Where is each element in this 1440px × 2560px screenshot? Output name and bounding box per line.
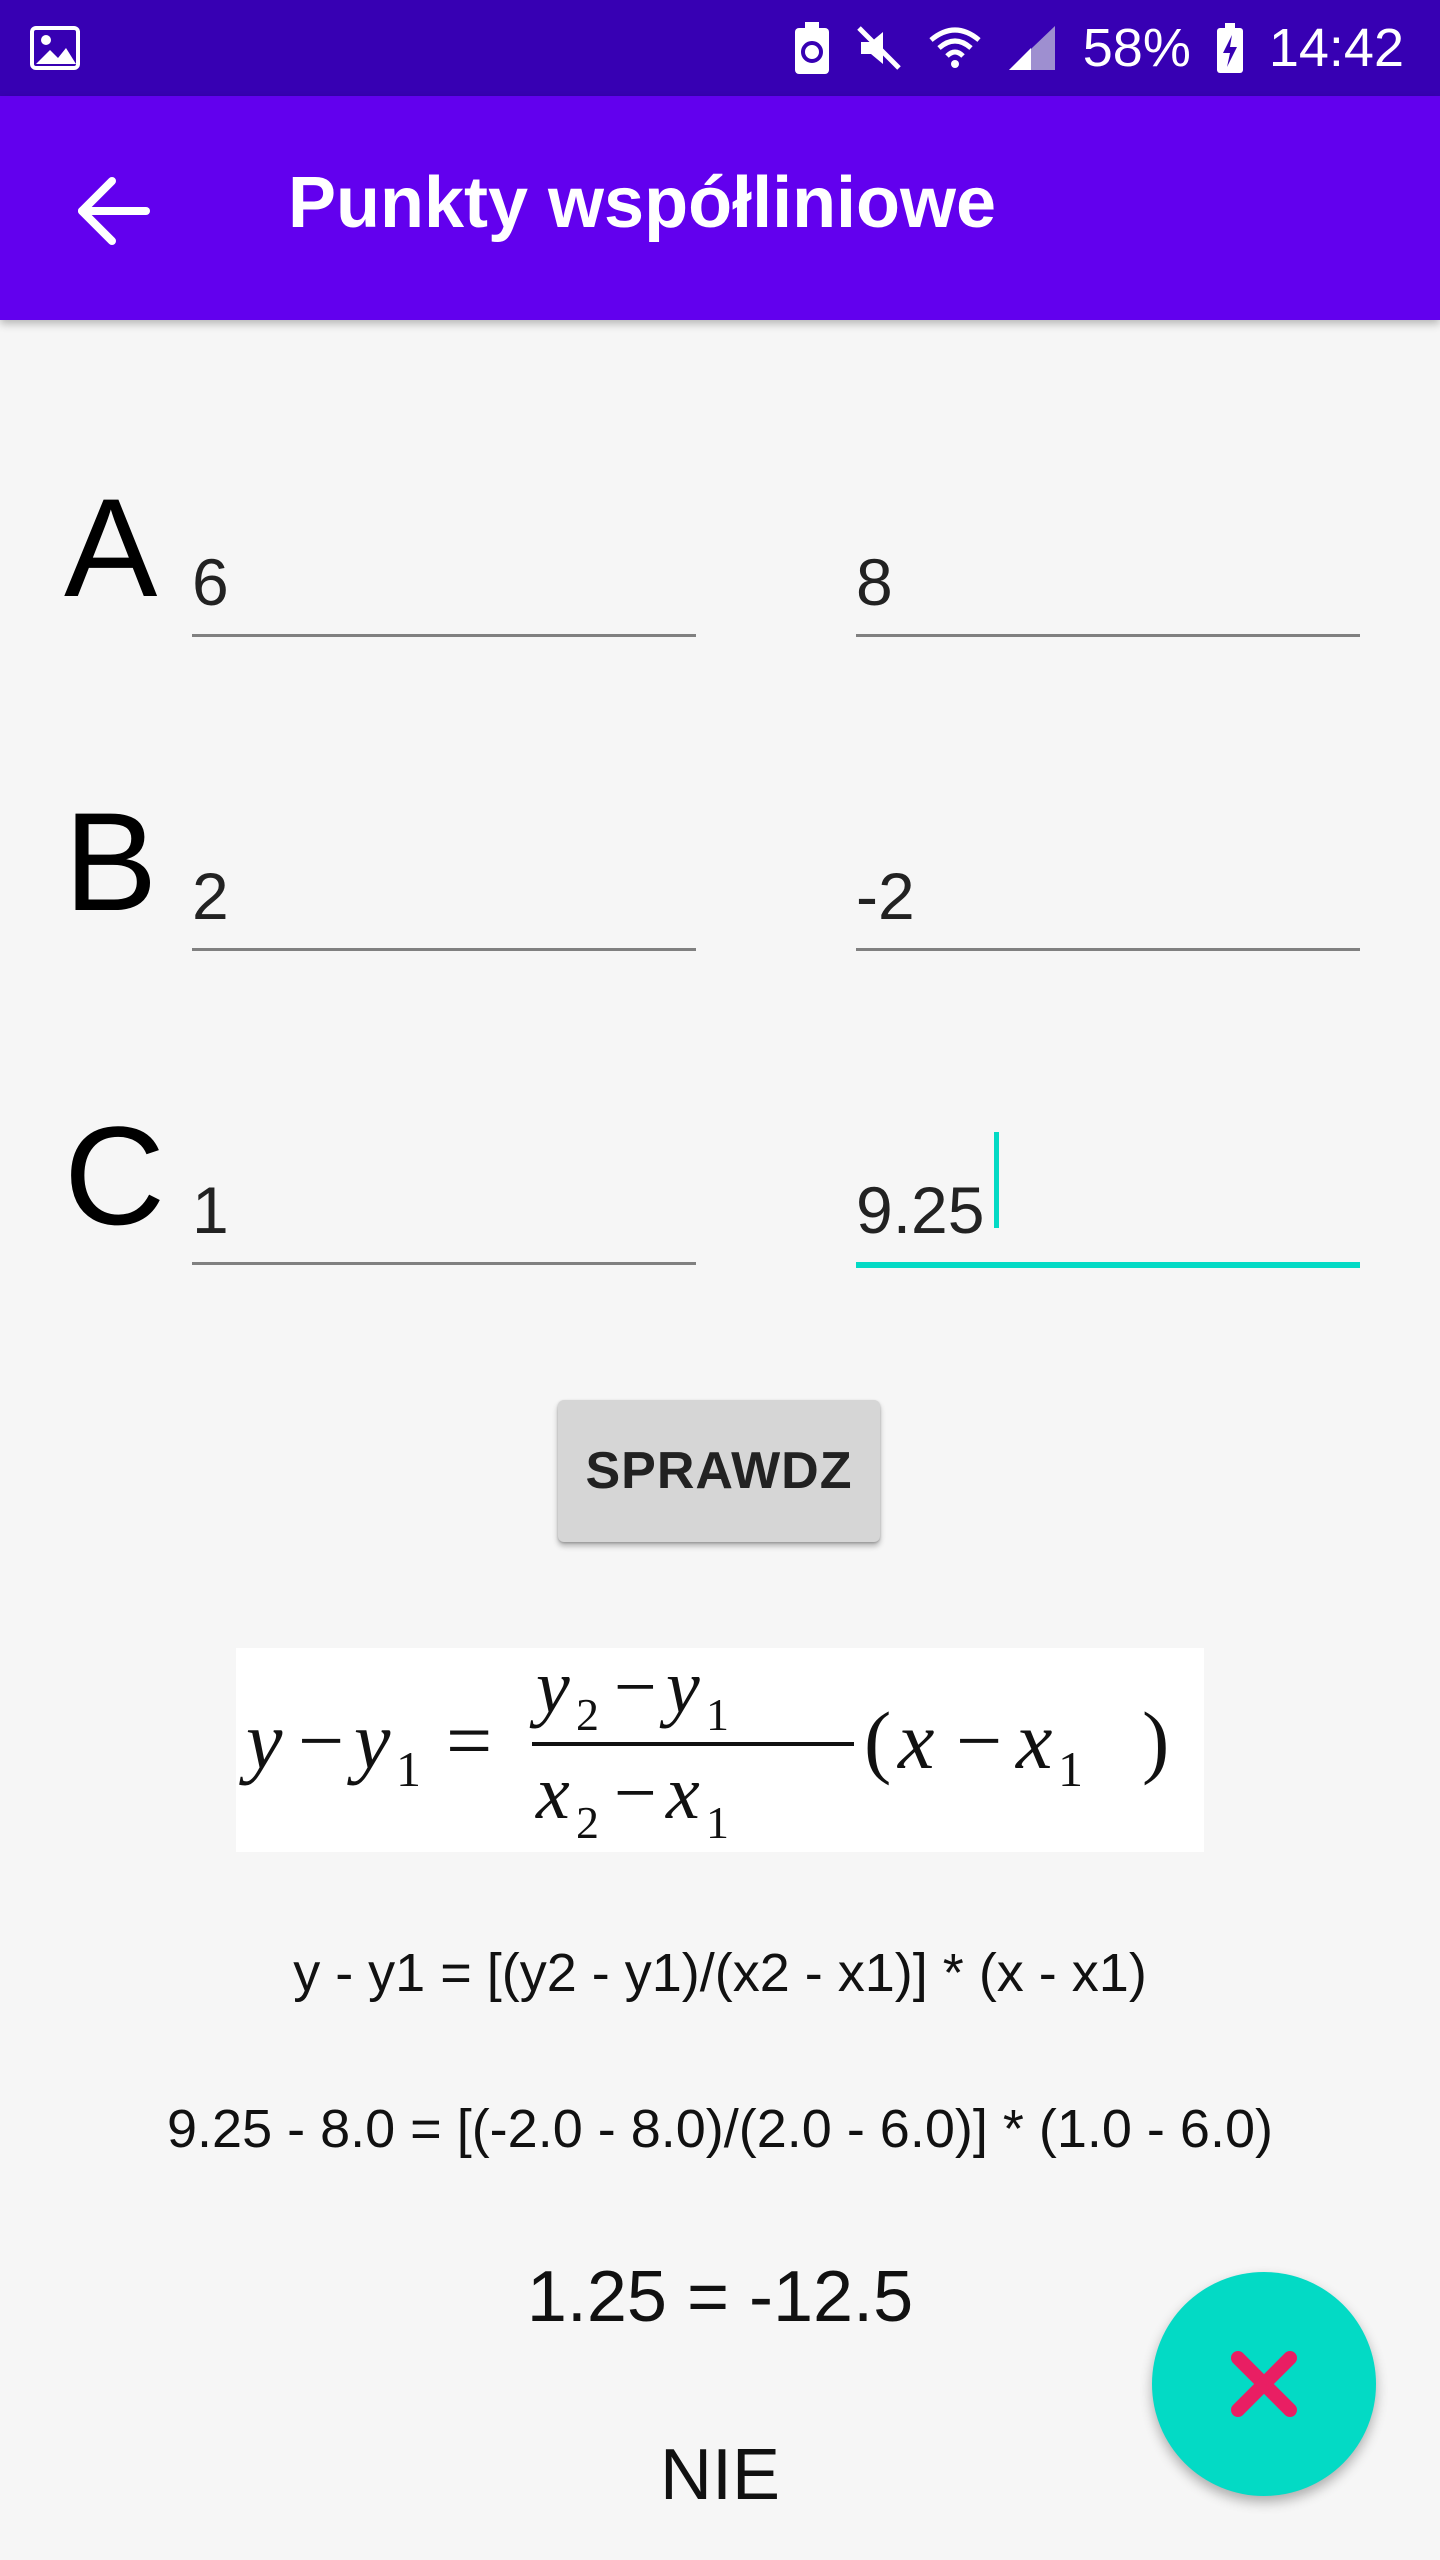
check-button[interactable]: SPRAWDZ — [558, 1400, 880, 1542]
svg-text:1: 1 — [1058, 1741, 1083, 1797]
svg-text:y: y — [529, 1648, 570, 1729]
close-icon — [1231, 2351, 1297, 2417]
svg-text:x: x — [665, 1751, 700, 1835]
svg-text:−: − — [614, 1648, 657, 1729]
charging-battery-icon — [1216, 23, 1243, 73]
svg-text:1: 1 — [706, 1797, 729, 1848]
formula-text: y - y1 = [(y2 - y1)/(x2 - x1)] * (x - x1… — [293, 1943, 1147, 2003]
arrow-back-icon[interactable] — [70, 166, 160, 256]
svg-text:y: y — [659, 1648, 700, 1729]
page-title: Punkty współliniowe — [288, 163, 997, 243]
svg-text:2: 2 — [576, 1689, 599, 1740]
point-b-y-input[interactable] — [856, 858, 1360, 934]
battery-saver-icon — [794, 22, 829, 74]
substitution-text: 9.25 - 8.0 = [(-2.0 - 8.0)/(2.0 - 6.0)] … — [167, 2099, 1273, 2159]
svg-text:−: − — [298, 1695, 344, 1786]
point-label-a: A — [64, 469, 158, 626]
battery-percent: 58% — [1082, 18, 1191, 78]
app-bar: Punkty współliniowe — [0, 96, 1440, 320]
svg-text:(: ( — [864, 1695, 891, 1786]
svg-text:−: − — [614, 1751, 657, 1835]
svg-text:x: x — [535, 1751, 570, 1835]
svg-text:y: y — [347, 1695, 391, 1786]
svg-text:=: = — [446, 1695, 492, 1786]
status-bar: 58% 14:42 — [0, 0, 1440, 96]
svg-text:): ) — [1142, 1695, 1169, 1786]
point-c-y-input[interactable] — [856, 1172, 1360, 1248]
text-caret — [994, 1132, 999, 1228]
wifi-icon — [929, 24, 981, 72]
point-a-x-input[interactable] — [192, 544, 696, 620]
svg-text:−: − — [956, 1695, 1002, 1786]
point-a-y-field[interactable] — [856, 538, 1360, 637]
point-c-x-field[interactable] — [192, 1166, 696, 1265]
gallery-icon — [30, 26, 80, 75]
point-a-x-field[interactable] — [192, 538, 696, 637]
svg-text:x: x — [897, 1695, 934, 1786]
mute-icon — [855, 24, 903, 72]
svg-text:1: 1 — [396, 1741, 421, 1797]
point-label-b: B — [64, 783, 158, 940]
svg-text:2: 2 — [576, 1797, 599, 1848]
svg-text:1: 1 — [706, 1689, 729, 1740]
svg-text:x: x — [1015, 1695, 1052, 1786]
line-equation-image: y − y 1 = y 2 − y 1 x 2 − x 1 ( x − x 1 … — [236, 1645, 1204, 1852]
signal-icon — [1007, 24, 1057, 72]
clock: 14:42 — [1268, 18, 1404, 78]
point-b-y-field[interactable] — [856, 852, 1360, 951]
point-c-x-input[interactable] — [192, 1172, 696, 1248]
svg-text:y: y — [239, 1695, 283, 1786]
point-b-x-input[interactable] — [192, 858, 696, 934]
point-label-c: C — [64, 1097, 166, 1254]
point-c-y-field[interactable] — [856, 1166, 1360, 1268]
point-b-x-field[interactable] — [192, 852, 696, 951]
close-fab-button[interactable] — [1152, 2272, 1376, 2496]
point-a-y-input[interactable] — [856, 544, 1360, 620]
